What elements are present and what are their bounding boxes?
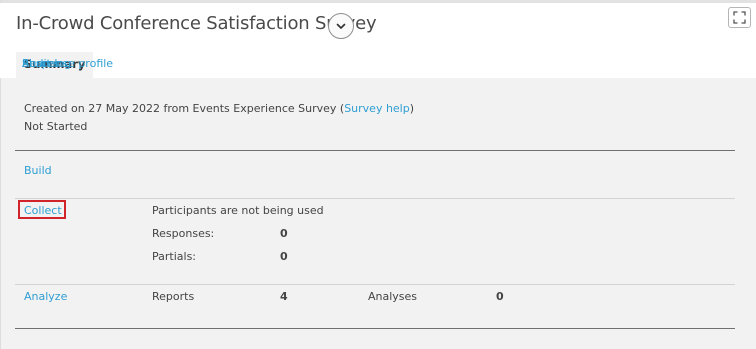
survey-header: In-Crowd Conference Satisfaction Survey … [0, 3, 756, 78]
reports-label: Reports [152, 290, 195, 303]
survey-title: In-Crowd Conference Satisfaction Survey [16, 13, 377, 34]
survey-tabs: Summary Shares Audit log Response profil… [16, 52, 113, 78]
divider [15, 198, 735, 199]
fullscreen-icon [733, 11, 746, 24]
participants-note: Participants are not being used [152, 204, 324, 217]
chevron-down-icon [336, 23, 346, 29]
partials-value: 0 [280, 250, 288, 263]
tab-response-profile[interactable]: Response profile [16, 52, 118, 78]
divider [15, 328, 735, 329]
analyze-link[interactable]: Analyze [24, 290, 67, 303]
responses-label: Responses: [152, 227, 215, 240]
created-info: Created on 27 May 2022 from Events Exper… [24, 102, 414, 115]
analyses-label: Analyses [368, 290, 418, 303]
created-text: Created on 27 May 2022 from Events Exper… [24, 102, 345, 115]
reports-value: 4 [280, 290, 288, 303]
responses-value: 0 [280, 227, 288, 240]
collect-link[interactable]: Collect [24, 204, 62, 217]
survey-help-link[interactable]: Survey help [344, 102, 410, 115]
survey-status: Not Started [24, 120, 88, 133]
analyses-value: 0 [496, 290, 504, 303]
partials-label: Partials: [152, 250, 197, 263]
divider [15, 284, 735, 285]
created-text-end: ) [409, 102, 415, 115]
survey-menu-toggle-button[interactable] [328, 13, 354, 39]
summary-panel: Created on 27 May 2022 from Events Exper… [1, 78, 756, 349]
divider [15, 150, 735, 151]
build-link[interactable]: Build [24, 164, 52, 177]
fullscreen-button[interactable] [728, 7, 751, 28]
